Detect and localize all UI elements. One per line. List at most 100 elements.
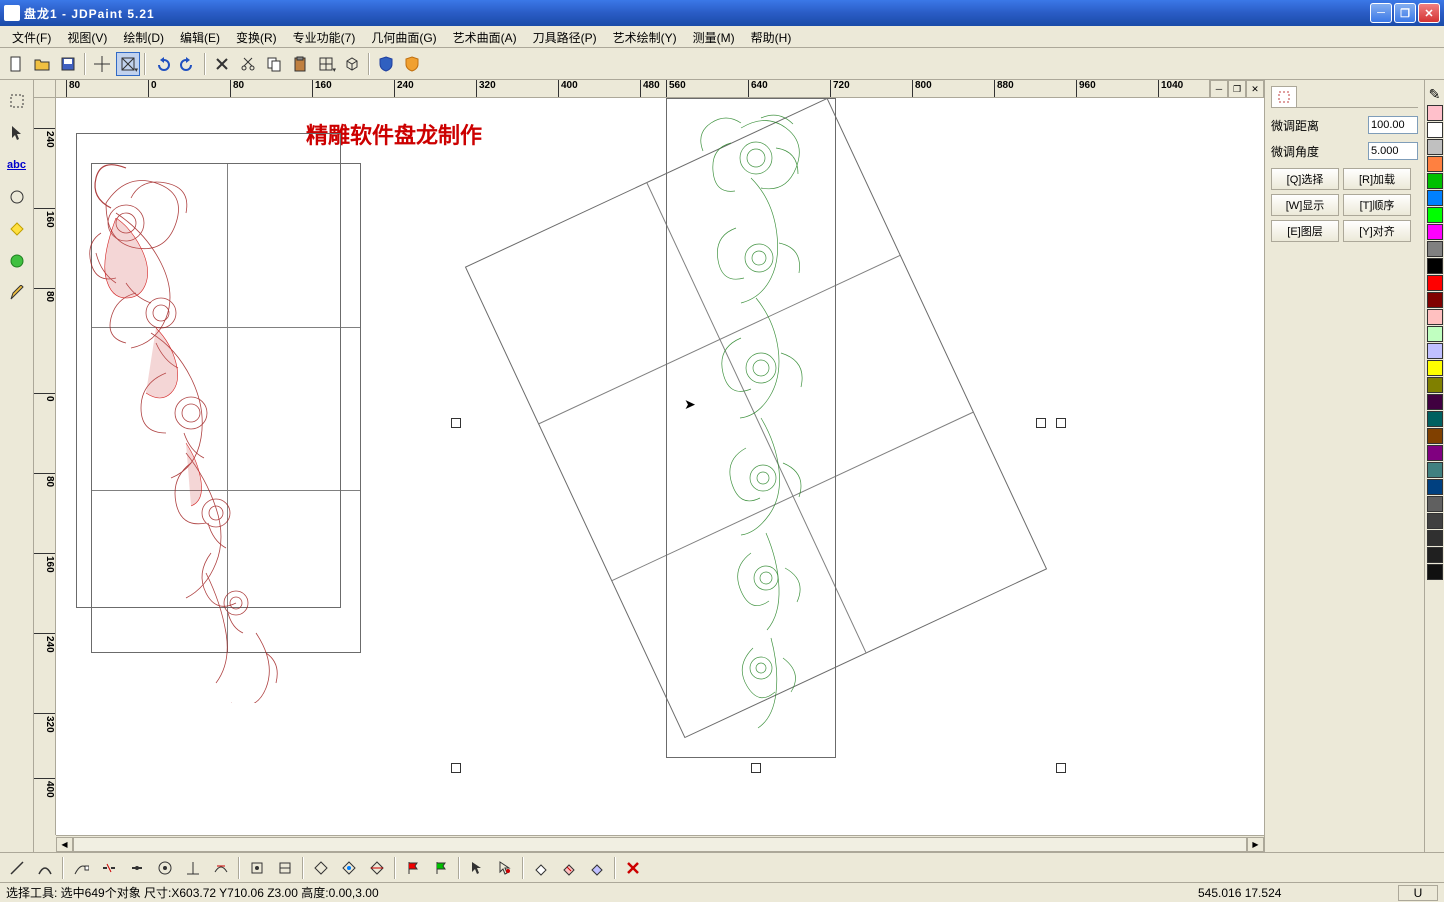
angle-input[interactable] (1368, 142, 1418, 160)
menu-geo-surface[interactable]: 几何曲面(G) (363, 26, 444, 47)
ruler-vertical[interactable]: 240 160 80 0 80 160 240 320 400 (34, 98, 56, 835)
color-swatch[interactable] (1427, 275, 1443, 291)
snap-button[interactable] (116, 52, 140, 76)
color-swatch[interactable] (1427, 156, 1443, 172)
flag-tool-2[interactable] (428, 856, 454, 880)
cut-button[interactable] (236, 52, 260, 76)
color-tool[interactable] (4, 248, 30, 274)
load-button[interactable]: [R]加载 (1343, 168, 1411, 190)
pencil-tool[interactable] (4, 280, 30, 306)
redo-button[interactable] (176, 52, 200, 76)
menu-art-draw[interactable]: 艺术绘制(Y) (605, 26, 685, 47)
color-swatch[interactable] (1427, 445, 1443, 461)
scroll-left-button[interactable]: ◀ (56, 837, 73, 852)
scroll-right-button[interactable]: ▶ (1247, 837, 1264, 852)
order-button[interactable]: [T]顺序 (1343, 194, 1411, 216)
eraser-tool-1[interactable] (528, 856, 554, 880)
scrollbar-horizontal[interactable]: ◀ ▶ (56, 835, 1264, 852)
distance-input[interactable] (1368, 116, 1418, 134)
color-swatch[interactable] (1427, 513, 1443, 529)
square-tool-2[interactable] (272, 856, 298, 880)
color-swatch[interactable] (1427, 105, 1443, 121)
color-swatch[interactable] (1427, 462, 1443, 478)
panel-tab[interactable] (1271, 86, 1297, 108)
color-swatch[interactable] (1427, 547, 1443, 563)
color-swatch[interactable] (1427, 564, 1443, 580)
menu-draw[interactable]: 绘制(D) (115, 26, 172, 47)
doc-minimize-button[interactable]: ─ (1210, 80, 1228, 98)
shield-blue-button[interactable] (374, 52, 398, 76)
color-swatch[interactable] (1427, 309, 1443, 325)
color-swatch[interactable] (1427, 258, 1443, 274)
menu-pro[interactable]: 专业功能(7) (285, 26, 364, 47)
square-tool-1[interactable] (244, 856, 270, 880)
color-swatch[interactable] (1427, 394, 1443, 410)
arrow-tool-1[interactable] (464, 856, 490, 880)
color-swatch[interactable] (1427, 207, 1443, 223)
new-button[interactable] (4, 52, 28, 76)
eyedropper-icon[interactable]: ✎ (1422, 84, 1444, 104)
cube-button[interactable] (340, 52, 364, 76)
selection-handle[interactable] (1056, 418, 1066, 428)
menu-art-surface[interactable]: 艺术曲面(A) (445, 26, 525, 47)
text-tool[interactable]: abc (4, 152, 30, 178)
selection-tool[interactable] (4, 88, 30, 114)
diamond-tool-2[interactable] (336, 856, 362, 880)
perpendicular-tool[interactable] (180, 856, 206, 880)
arrow-tool-2[interactable] (492, 856, 518, 880)
menu-edit[interactable]: 编辑(E) (172, 26, 228, 47)
eraser-tool-2[interactable] (556, 856, 582, 880)
display-button[interactable]: [W]显示 (1271, 194, 1339, 216)
color-swatch[interactable] (1427, 139, 1443, 155)
selection-handle[interactable] (451, 763, 461, 773)
color-swatch[interactable] (1427, 411, 1443, 427)
circle-node-tool[interactable] (152, 856, 178, 880)
menu-toolpath[interactable]: 刀具路径(P) (525, 26, 605, 47)
eraser-tool-3[interactable] (584, 856, 610, 880)
color-swatch[interactable] (1427, 343, 1443, 359)
canvas[interactable]: 精雕软件盘龙制作 (56, 98, 1264, 835)
select-button[interactable]: [Q]选择 (1271, 168, 1339, 190)
paste-button[interactable] (288, 52, 312, 76)
selection-handle[interactable] (451, 418, 461, 428)
menu-measure[interactable]: 测量(M) (685, 26, 743, 47)
menu-file[interactable]: 文件(F) (4, 26, 59, 47)
tangent-tool[interactable] (208, 856, 234, 880)
undo-button[interactable] (150, 52, 174, 76)
pointer-tool[interactable] (4, 120, 30, 146)
save-button[interactable] (56, 52, 80, 76)
shield-orange-button[interactable] (400, 52, 424, 76)
color-swatch[interactable] (1427, 377, 1443, 393)
color-swatch[interactable] (1427, 173, 1443, 189)
open-button[interactable] (30, 52, 54, 76)
close-button[interactable]: ✕ (1418, 3, 1440, 23)
color-swatch[interactable] (1427, 241, 1443, 257)
color-swatch[interactable] (1427, 496, 1443, 512)
cancel-tool[interactable] (620, 856, 646, 880)
color-swatch[interactable] (1427, 292, 1443, 308)
color-swatch[interactable] (1427, 122, 1443, 138)
minimize-button[interactable]: ─ (1370, 3, 1392, 23)
diamond-tool-3[interactable] (364, 856, 390, 880)
color-swatch[interactable] (1427, 530, 1443, 546)
crosshair-button[interactable] (90, 52, 114, 76)
delete-button[interactable] (210, 52, 234, 76)
diamond-tool-1[interactable] (308, 856, 334, 880)
align-button[interactable]: [Y]对齐 (1343, 220, 1411, 242)
menu-help[interactable]: 帮助(H) (743, 26, 800, 47)
break-tool[interactable] (96, 856, 122, 880)
curve-tool[interactable] (32, 856, 58, 880)
node-edit-tool[interactable] (68, 856, 94, 880)
color-swatch[interactable] (1427, 428, 1443, 444)
doc-close-button[interactable]: ✕ (1246, 80, 1264, 98)
color-swatch[interactable] (1427, 326, 1443, 342)
layer-button[interactable]: [E]图层 (1271, 220, 1339, 242)
color-swatch[interactable] (1427, 360, 1443, 376)
doc-restore-button[interactable]: ❐ (1228, 80, 1246, 98)
menu-transform[interactable]: 变换(R) (228, 26, 285, 47)
color-swatch[interactable] (1427, 224, 1443, 240)
diamond-tool[interactable] (4, 216, 30, 242)
menu-view[interactable]: 视图(V) (59, 26, 115, 47)
grid-button[interactable] (314, 52, 338, 76)
color-swatch[interactable] (1427, 190, 1443, 206)
